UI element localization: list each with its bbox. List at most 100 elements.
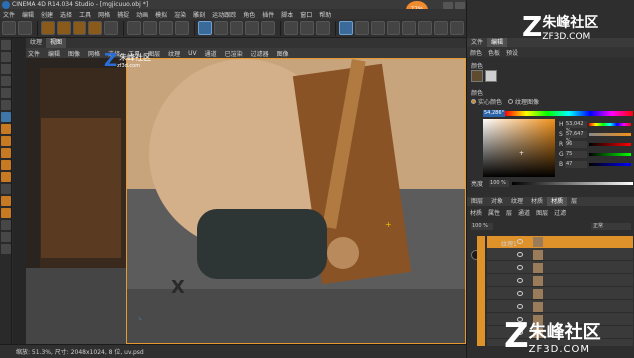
layers-subtab[interactable]: 层 (506, 208, 512, 217)
viewport-menu-item[interactable]: 图像 (277, 49, 289, 58)
render-settings-icon[interactable] (315, 21, 330, 35)
paint-brush-icon[interactable] (213, 21, 228, 35)
layer-row[interactable] (487, 288, 633, 300)
solid-color-radio[interactable] (471, 99, 476, 104)
background-swatch[interactable] (485, 70, 497, 82)
menu-item[interactable]: 网格 (98, 10, 110, 19)
attribute-subtab[interactable]: 预设 (506, 48, 518, 57)
camera-icon[interactable] (434, 21, 449, 35)
menu-item[interactable]: 文件 (3, 10, 15, 19)
attribute-tab[interactable]: 编辑 (487, 38, 508, 47)
points-mode-icon[interactable] (1, 76, 11, 86)
menu-item[interactable]: 选择 (60, 10, 72, 19)
uv-points-icon[interactable] (245, 21, 260, 35)
uv-mode-icon[interactable] (229, 21, 244, 35)
slider-track[interactable] (589, 122, 631, 126)
hue-slider[interactable] (505, 111, 633, 116)
menu-item[interactable]: 工具 (79, 10, 91, 19)
eraser-icon[interactable] (1, 148, 11, 158)
slider-value-field[interactable]: 96 (565, 140, 587, 148)
minimize-button[interactable] (443, 2, 453, 9)
viewport-menu-item[interactable]: 纹理 (168, 49, 180, 58)
slider-value-field[interactable]: 57,647 % (565, 130, 587, 144)
edges-mode-icon[interactable] (1, 88, 11, 98)
viewport-menu-item[interactable]: 过滤器 (251, 49, 269, 58)
attribute-subtab[interactable]: 颜色 (470, 48, 482, 57)
recent-tool-icon[interactable] (104, 21, 119, 35)
paint-icon[interactable] (1, 124, 11, 134)
layers-tab[interactable]: 层 (567, 197, 581, 206)
spline-pen-icon[interactable] (354, 21, 369, 35)
polygons-mode-icon[interactable] (1, 100, 11, 110)
move-tool-icon[interactable] (56, 21, 71, 35)
z-axis-icon[interactable] (158, 21, 173, 35)
viewport-tab[interactable]: 纹理 (26, 38, 46, 48)
eye-icon[interactable] (517, 278, 523, 283)
menu-item[interactable]: 角色 (243, 10, 255, 19)
viewport-menu-item[interactable]: UV (188, 50, 197, 57)
brush-icon[interactable] (1, 112, 11, 122)
viewport-menu-item[interactable]: 文件 (28, 49, 40, 58)
brightness-field[interactable]: 100 % (489, 180, 510, 187)
slider-value-field[interactable]: 47 (565, 160, 587, 168)
menu-item[interactable]: 创建 (41, 10, 53, 19)
color-picker-field[interactable]: + (483, 119, 555, 177)
menu-item[interactable]: 插件 (262, 10, 274, 19)
layers-subtab[interactable]: 图层 (536, 208, 548, 217)
blend-mode-select[interactable]: 正常 (591, 223, 631, 230)
slider-value-field[interactable]: 53,042 % (565, 120, 587, 134)
deformer-icon[interactable] (402, 21, 417, 35)
foreground-swatch[interactable] (471, 70, 483, 82)
layers-subtab[interactable]: 通道 (518, 208, 530, 217)
slider-track[interactable] (589, 162, 631, 166)
menu-item[interactable]: 模拟 (155, 10, 167, 19)
texture-mode-icon[interactable] (1, 64, 11, 74)
menu-item[interactable]: 渲染 (174, 10, 186, 19)
slider-track[interactable] (589, 152, 631, 156)
viewport-menu-item[interactable]: 图像 (68, 49, 80, 58)
layers-tab[interactable]: 图层 (467, 197, 487, 206)
eye-icon[interactable] (517, 252, 523, 257)
layer-row[interactable] (487, 249, 633, 261)
render-view-icon[interactable] (284, 21, 299, 35)
subdivision-icon[interactable] (370, 21, 385, 35)
viewport-menu-item[interactable]: 通道 (205, 49, 217, 58)
layers-tab[interactable]: 材质 (547, 197, 568, 206)
cube-icon[interactable] (338, 21, 353, 35)
y-axis-icon[interactable] (143, 21, 157, 35)
smudge-icon[interactable] (1, 172, 11, 182)
make-editable-icon[interactable] (1, 40, 11, 50)
menu-item[interactable]: 雕刻 (193, 10, 205, 19)
redo-icon[interactable] (17, 21, 32, 35)
eye-icon[interactable] (517, 304, 523, 309)
scale-tool-icon[interactable] (72, 21, 87, 35)
menu-item[interactable]: 运动跟踪 (212, 10, 236, 19)
opacity-field[interactable]: 100 % (471, 223, 493, 230)
slider-value-field[interactable]: 75 (565, 150, 587, 158)
layer-row[interactable] (487, 301, 633, 313)
layers-tab[interactable]: 材质 (527, 197, 547, 206)
layers-subtab[interactable]: 过滤 (554, 208, 566, 217)
menu-item[interactable]: 编辑 (22, 10, 34, 19)
paint-mode-icon[interactable] (197, 21, 212, 35)
uv-canvas[interactable]: + X ⌞ (126, 58, 466, 344)
eye-icon[interactable] (517, 291, 523, 296)
light-icon[interactable] (450, 21, 464, 35)
slider-track[interactable] (589, 132, 631, 136)
viewport-menu-item[interactable]: 编辑 (48, 49, 60, 58)
attribute-tab[interactable]: 文件 (467, 38, 487, 47)
viewport-menu-item[interactable]: 已渲染 (225, 49, 243, 58)
coord-system-icon[interactable] (174, 21, 189, 35)
fill-icon[interactable] (1, 136, 11, 146)
layers-subtab[interactable]: 属性 (488, 208, 500, 217)
menu-item[interactable]: 脚本 (281, 10, 293, 19)
floor-icon[interactable] (418, 21, 433, 35)
layers-tab[interactable]: 纹理 (507, 197, 527, 206)
selection-icon[interactable] (1, 184, 11, 194)
eyedropper-icon[interactable] (1, 220, 11, 230)
shape-tool-icon[interactable] (1, 208, 11, 218)
model-mode-icon[interactable] (1, 52, 11, 62)
magnet-icon[interactable] (1, 232, 11, 242)
hue-value-field[interactable]: 54,286° (483, 110, 505, 117)
maximize-button[interactable] (455, 2, 465, 9)
